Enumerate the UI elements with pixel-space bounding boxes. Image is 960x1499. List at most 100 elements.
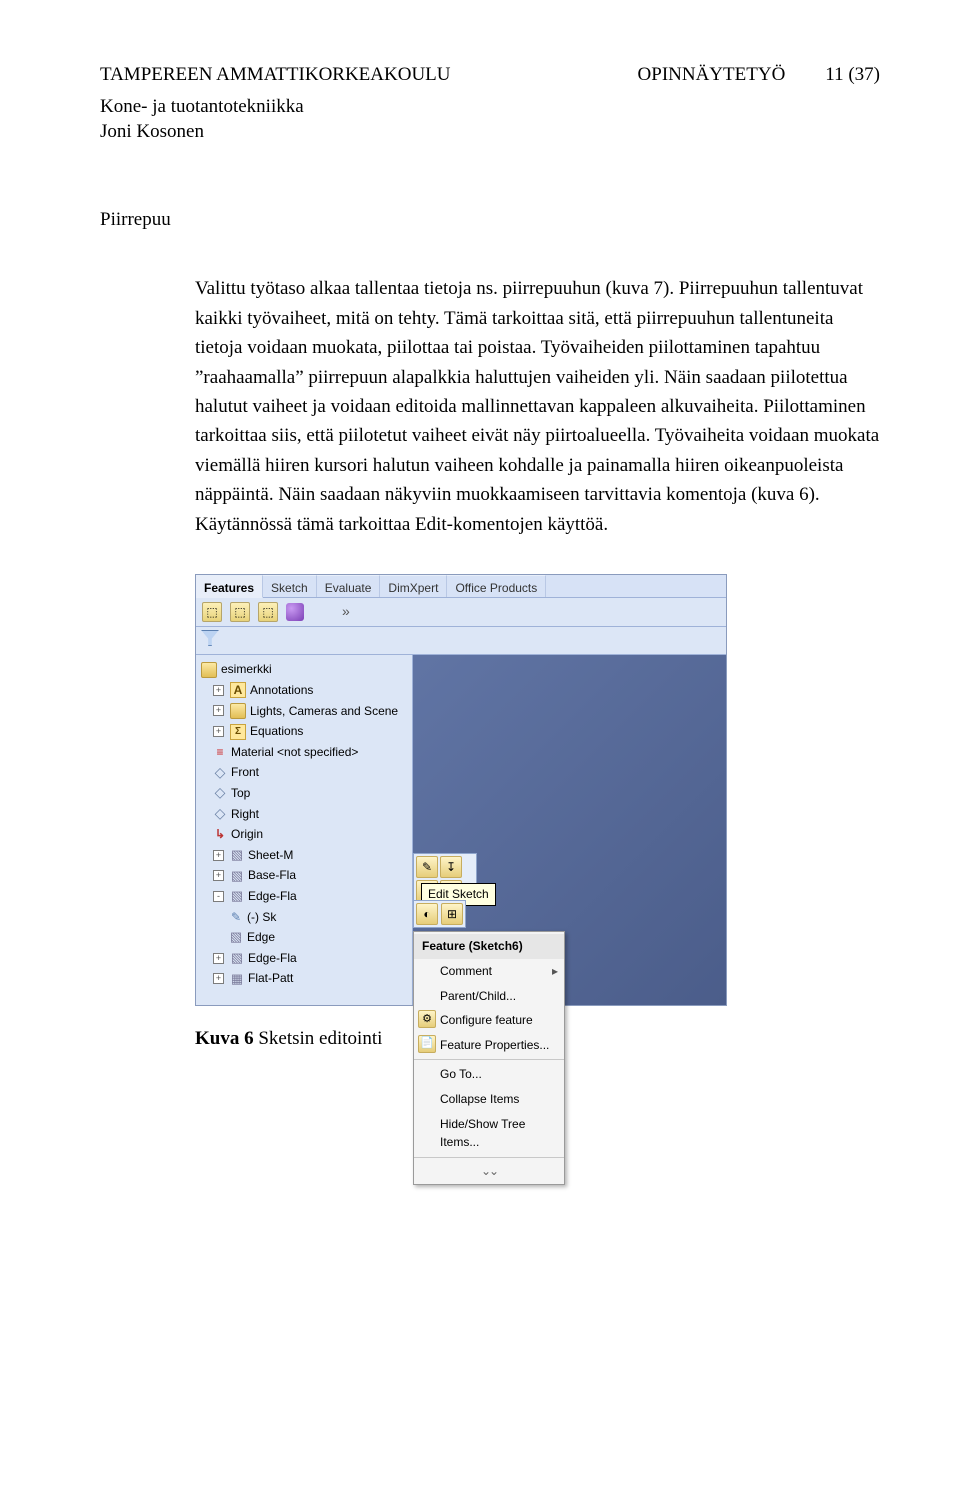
- expand-icon[interactable]: +: [213, 685, 224, 696]
- cad-canvas: ✎ ↧ ◐ ↺ Edit Sketch ◐ ⊞ Feature (Sketch6…: [413, 655, 726, 1005]
- header-pagenum: 11 (37): [825, 60, 880, 89]
- edgeflange-icon: ▧: [230, 889, 244, 903]
- cad-window: Features Sketch Evaluate DimXpert Office…: [195, 574, 727, 1006]
- tree-item-annotations[interactable]: + A Annotations: [199, 680, 409, 701]
- context-icon-5[interactable]: ◐: [416, 903, 438, 925]
- ctx-separator: [414, 1059, 564, 1060]
- cad-toolbar: ⬚ ⬚ ⬚ »: [196, 598, 726, 627]
- context-icon-6[interactable]: ⊞: [441, 903, 463, 925]
- tree-label: Flat-Patt: [248, 969, 293, 988]
- expand-icon[interactable]: +: [213, 850, 224, 861]
- ctx-collapse[interactable]: Collapse Items: [414, 1087, 564, 1112]
- lights-icon: [230, 703, 246, 719]
- context-menu-title: Feature (Sketch6): [414, 934, 564, 959]
- header-institution: TAMPEREEN AMMATTIKORKEAKOULU: [100, 60, 451, 89]
- tree-label: Right: [231, 805, 259, 824]
- edit-sketch-icon[interactable]: ✎: [416, 856, 438, 878]
- cad-tabbar: Features Sketch Evaluate DimXpert Office…: [196, 575, 726, 598]
- figure-6: Features Sketch Evaluate DimXpert Office…: [195, 574, 880, 1054]
- ctx-feature-properties[interactable]: 📄 Feature Properties...: [414, 1033, 564, 1058]
- context-menu: Feature (Sketch6) Comment Parent/Child..…: [413, 931, 565, 1185]
- edgeflange-icon: ▧: [230, 951, 244, 965]
- page-header: TAMPEREEN AMMATTIKORKEAKOULU OPINNÄYTETY…: [100, 60, 880, 89]
- expand-icon[interactable]: +: [213, 953, 224, 964]
- properties-icon: 📄: [418, 1035, 436, 1053]
- ctx-configure[interactable]: ⚙ Configure feature: [414, 1008, 564, 1033]
- toolbar-icon-1[interactable]: ⬚: [202, 602, 222, 622]
- ctx-separator: [414, 1157, 564, 1158]
- expand-icon[interactable]: +: [213, 705, 224, 716]
- tab-evaluate[interactable]: Evaluate: [317, 575, 381, 597]
- ctx-comment[interactable]: Comment: [414, 959, 564, 984]
- tree-item-origin[interactable]: ↳ Origin: [199, 824, 409, 845]
- tree-item-basefla[interactable]: + ▧ Base-Fla: [199, 865, 409, 886]
- tree-label: Base-Fla: [248, 866, 296, 885]
- caption-number: Kuva 6: [195, 1028, 254, 1049]
- tree-label: Sheet-M: [248, 846, 293, 865]
- tree-item-flatpatt[interactable]: + ▦ Flat-Patt: [199, 968, 409, 989]
- toolbar-orb-icon[interactable]: [286, 603, 304, 621]
- tree-item-right[interactable]: ◇ Right: [199, 804, 409, 825]
- ctx-parent-child[interactable]: Parent/Child...: [414, 984, 564, 1009]
- equations-icon: Σ: [230, 724, 246, 740]
- tree-label: Edge-Fla: [248, 949, 297, 968]
- tree-item-sheetm[interactable]: + ▧ Sheet-M: [199, 845, 409, 866]
- section-title: Piirrepuu: [100, 205, 880, 234]
- tree-item-top[interactable]: ◇ Top: [199, 783, 409, 804]
- caption-text: Sketsin editointi: [254, 1028, 383, 1049]
- edge-icon: ▧: [229, 930, 243, 944]
- tree-label: (-) Sk: [247, 908, 276, 927]
- filter-row: [196, 627, 726, 656]
- tree-item-sketch-selected[interactable]: ✎ (-) Sk: [199, 907, 409, 928]
- tree-label: Edge-Fla: [248, 887, 297, 906]
- tab-office-products[interactable]: Office Products: [447, 575, 546, 597]
- ctx-hideshow[interactable]: Hide/Show Tree Items...: [414, 1112, 564, 1155]
- ctx-expand-chevrons[interactable]: ⌄⌄: [414, 1160, 564, 1183]
- expand-icon[interactable]: -: [213, 891, 224, 902]
- tree-label: Equations: [250, 722, 303, 741]
- tab-features[interactable]: Features: [196, 575, 263, 598]
- tree-item-lights[interactable]: + Lights, Cameras and Scene: [199, 701, 409, 722]
- tree-item-material[interactable]: ≡ Material <not specified>: [199, 742, 409, 763]
- flatpattern-icon: ▦: [230, 972, 244, 986]
- tree-label: Lights, Cameras and Scene: [250, 702, 398, 721]
- origin-icon: ↳: [213, 828, 227, 842]
- material-icon: ≡: [213, 745, 227, 759]
- tree-item-edgefla2[interactable]: + ▧ Edge-Fla: [199, 948, 409, 969]
- header-author: Joni Kosonen: [100, 120, 880, 145]
- plane-icon: ◇: [213, 807, 227, 821]
- toolbar-expand[interactable]: »: [342, 601, 352, 623]
- tab-sketch[interactable]: Sketch: [263, 575, 317, 597]
- configure-icon: ⚙: [418, 1010, 436, 1028]
- tree-label: Annotations: [250, 681, 313, 700]
- tab-dimxpert[interactable]: DimXpert: [380, 575, 447, 597]
- plane-icon: ◇: [213, 766, 227, 780]
- toolbar-icon-2[interactable]: ⬚: [230, 602, 250, 622]
- toolbar-icon-3[interactable]: ⬚: [258, 602, 278, 622]
- tree-root[interactable]: esimerkki: [199, 659, 409, 680]
- expand-icon[interactable]: +: [213, 973, 224, 984]
- tree-item-edgefla1[interactable]: - ▧ Edge-Fla: [199, 886, 409, 907]
- tree-label: Top: [231, 784, 250, 803]
- context-icon-2[interactable]: ↧: [440, 856, 462, 878]
- tree-item-front[interactable]: ◇ Front: [199, 762, 409, 783]
- header-program: Kone- ja tuotantotekniikka: [100, 95, 880, 120]
- ctx-label: Configure feature: [440, 1013, 533, 1027]
- filter-icon[interactable]: [201, 630, 219, 646]
- header-doctype: OPINNÄYTETYÖ: [638, 60, 786, 89]
- annotations-icon: A: [230, 682, 246, 698]
- header-right: OPINNÄYTETYÖ 11 (37): [638, 60, 880, 89]
- tree-item-equations[interactable]: + Σ Equations: [199, 721, 409, 742]
- part-icon: [201, 662, 217, 678]
- context-toolbar-2: ◐ ⊞: [413, 900, 466, 928]
- body-paragraph: Valittu työtaso alkaa tallentaa tietoja …: [195, 274, 880, 539]
- sketch-icon: ✎: [229, 910, 243, 924]
- expand-icon[interactable]: +: [213, 726, 224, 737]
- tree-item-edge[interactable]: ▧ Edge: [199, 927, 409, 948]
- sheetmetal-icon: ▧: [230, 848, 244, 862]
- ctx-goto[interactable]: Go To...: [414, 1062, 564, 1087]
- baseflange-icon: ▧: [230, 869, 244, 883]
- ctx-label: Feature Properties...: [440, 1038, 549, 1052]
- tree-root-label: esimerkki: [221, 660, 272, 679]
- expand-icon[interactable]: +: [213, 870, 224, 881]
